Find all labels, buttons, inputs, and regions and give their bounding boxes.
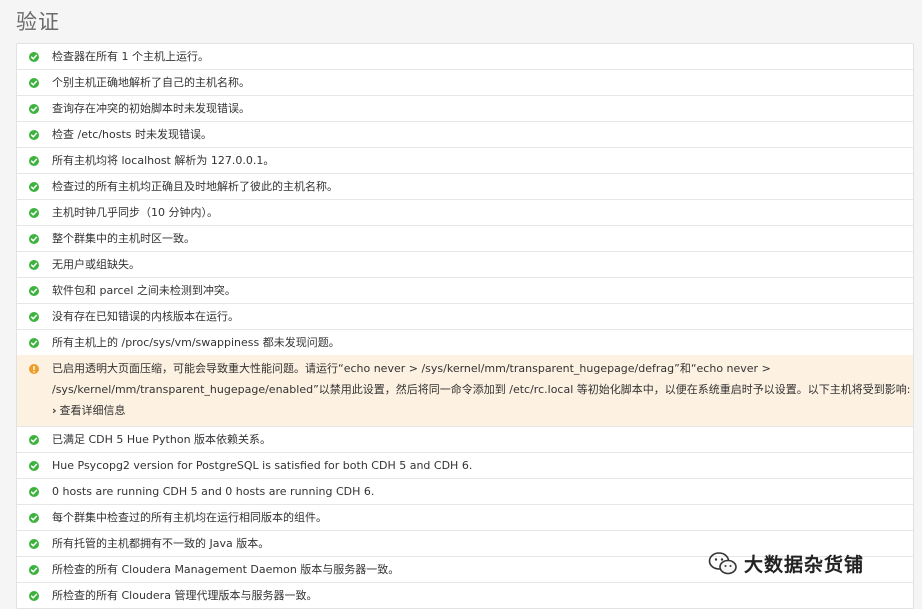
- validation-check-list: 检查器在所有 1 个主机上运行。个别主机正确地解析了自己的主机名称。 查询存在冲突…: [16, 43, 914, 609]
- check-row: 0 hosts are running CDH 5 and 0 hosts ar…: [17, 479, 913, 505]
- view-details-label: 查看详细信息: [59, 404, 126, 417]
- check-circle-icon: [29, 129, 39, 140]
- check-circle-icon: [29, 337, 39, 348]
- check-circle-icon: [29, 233, 39, 244]
- view-details-link[interactable]: › 查看详细信息: [52, 400, 910, 421]
- check-circle-icon: [29, 590, 39, 601]
- check-circle-icon: [29, 155, 39, 166]
- check-row: 已满足 CDH 5 Hue Python 版本依赖关系。: [17, 427, 913, 453]
- check-row-text: 无用户或组缺失。: [52, 258, 140, 271]
- check-circle-icon: [29, 207, 39, 218]
- check-row-text: 所有主机均将 localhost 解析为 127.0.0.1。: [52, 154, 275, 167]
- check-row: 所有主机均将 localhost 解析为 127.0.0.1。: [17, 148, 913, 174]
- check-row: 查询存在冲突的初始脚本时未发现错误。: [17, 96, 913, 122]
- check-row: Hue Psycopg2 version for PostgreSQL is s…: [17, 453, 913, 479]
- check-row: 主机时钟几乎同步（10 分钟内）。: [17, 200, 913, 226]
- check-row: 检查过的所有主机均正确且及时地解析了彼此的主机名称。: [17, 174, 913, 200]
- warning-message: 已启用透明大页面压缩，可能会导致重大性能问题。请运行“echo never > …: [52, 358, 922, 421]
- check-row: 整个群集中的主机时区一致。: [17, 226, 913, 252]
- check-circle-icon: [29, 311, 39, 322]
- warning-text-line-2: /sys/kernel/mm/transparent_hugepage/enab…: [52, 383, 911, 396]
- check-row-text: 已满足 CDH 5 Hue Python 版本依赖关系。: [52, 433, 272, 446]
- check-row-text: 检查 /etc/hosts 时未发现错误。: [52, 128, 213, 141]
- check-circle-icon: [29, 285, 39, 296]
- page-title: 验证: [16, 10, 60, 34]
- check-row: 检查器在所有 1 个主机上运行。: [17, 44, 913, 70]
- exclamation-circle-icon: [29, 364, 39, 374]
- wechat-icon: [708, 551, 737, 574]
- check-row: 所有主机上的 /proc/sys/vm/swappiness 都未发现问题。: [17, 330, 913, 355]
- check-row-text: 所检查的所有 Cloudera Management Daemon 版本与服务器…: [52, 563, 400, 576]
- check-row-text: 软件包和 parcel 之间未检测到冲突。: [52, 284, 236, 297]
- check-row-text: 所有托管的主机都拥有不一致的 Java 版本。: [52, 537, 270, 550]
- check-row-text: 0 hosts are running CDH 5 and 0 hosts ar…: [52, 485, 375, 498]
- check-circle-icon: [29, 538, 39, 549]
- check-row-text: 所有主机上的 /proc/sys/vm/swappiness 都未发现问题。: [52, 336, 340, 349]
- check-row-text: 所检查的所有 Cloudera 管理代理版本与服务器一致。: [52, 589, 318, 602]
- check-row: 每个群集中检查过的所有主机均在运行相同版本的组件。: [17, 505, 913, 531]
- check-row-text: 主机时钟几乎同步（10 分钟内）。: [52, 206, 218, 219]
- warning-text-line-1: 已启用透明大页面压缩，可能会导致重大性能问题。请运行“echo never > …: [52, 362, 771, 375]
- check-row-text: 每个群集中检查过的所有主机均在运行相同版本的组件。: [52, 511, 327, 524]
- check-row-text: 检查过的所有主机均正确且及时地解析了彼此的主机名称。: [52, 180, 338, 193]
- check-circle-icon: [29, 512, 39, 523]
- check-row: 检查 /etc/hosts 时未发现错误。: [17, 122, 913, 148]
- check-circle-icon: [29, 77, 39, 88]
- check-row-text: 查询存在冲突的初始脚本时未发现错误。: [52, 102, 250, 115]
- check-row: 所检查的所有 Cloudera 管理代理版本与服务器一致。: [17, 583, 913, 608]
- check-circle-icon: [29, 259, 39, 270]
- watermark: 大数据杂货铺: [708, 550, 864, 577]
- check-circle-icon: [29, 486, 39, 497]
- check-row: 没有存在已知错误的内核版本在运行。: [17, 304, 913, 330]
- check-row-text: Hue Psycopg2 version for PostgreSQL is s…: [52, 459, 473, 472]
- check-row: 软件包和 parcel 之间未检测到冲突。: [17, 278, 913, 304]
- chevron-right-icon: ›: [52, 404, 57, 417]
- check-row-text: 没有存在已知错误的内核版本在运行。: [52, 310, 239, 323]
- check-row: 无用户或组缺失。: [17, 252, 913, 278]
- check-circle-icon: [29, 103, 39, 114]
- check-row-text: 个别主机正确地解析了自己的主机名称。: [52, 76, 250, 89]
- check-circle-icon: [29, 51, 39, 62]
- warning-row-transparent-hugepage: 已启用透明大页面压缩，可能会导致重大性能问题。请运行“echo never > …: [17, 355, 913, 427]
- check-circle-icon: [29, 434, 39, 445]
- check-row-text: 检查器在所有 1 个主机上运行。: [52, 50, 209, 63]
- check-row: 个别主机正确地解析了自己的主机名称。: [17, 70, 913, 96]
- check-circle-icon: [29, 181, 39, 192]
- check-circle-icon: [29, 564, 39, 575]
- watermark-text: 大数据杂货铺: [744, 554, 865, 576]
- check-circle-icon: [29, 460, 39, 471]
- check-row-text: 整个群集中的主机时区一致。: [52, 232, 195, 245]
